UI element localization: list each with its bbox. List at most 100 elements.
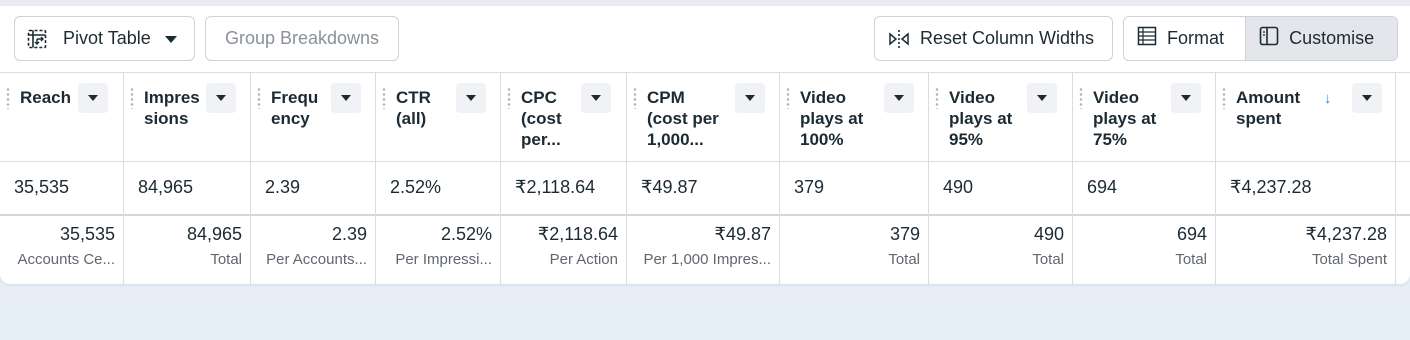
column-header: Reach — [0, 72, 123, 161]
column-header: Impres sions — [124, 72, 250, 161]
data-cell: 84,965 — [138, 177, 194, 197]
drag-handle-icon[interactable] — [257, 87, 261, 109]
column-menu-button[interactable] — [78, 83, 108, 113]
total-value: 84,965 — [186, 224, 242, 244]
column-menu-button[interactable] — [1171, 83, 1201, 113]
data-cell: 2.39 — [265, 177, 301, 197]
column-video-75: Video plays at 75% 694 694 Total — [1073, 72, 1216, 284]
format-table-icon — [1137, 26, 1157, 51]
column-header-label: Video plays at 75% — [1093, 88, 1157, 149]
total-value: ₹2,118.64 — [537, 224, 618, 244]
column-menu-button[interactable] — [1027, 83, 1057, 113]
drag-handle-icon[interactable] — [382, 87, 386, 109]
column-header: CTR (all) — [376, 72, 500, 161]
caret-down-icon — [164, 28, 178, 49]
drag-handle-icon[interactable] — [507, 87, 511, 109]
data-cell: 490 — [943, 177, 974, 197]
total-label: Per Action — [549, 251, 618, 268]
total-value: 2.52% — [440, 224, 492, 244]
total-label: Total — [1032, 251, 1064, 268]
total-label: Total — [888, 251, 920, 268]
pivot-table-icon — [26, 28, 48, 50]
report-table-panel: Pivot Table Group Breakdowns Reset Colum… — [0, 6, 1410, 284]
drag-handle-icon[interactable] — [633, 87, 637, 109]
drag-handle-icon[interactable] — [786, 87, 790, 109]
data-cell: ₹4,237.28 — [1230, 177, 1312, 197]
group-breakdowns-label: Group Breakdowns — [224, 28, 380, 48]
column-header-label: Frequ ency — [271, 88, 319, 128]
column-frequency: Frequ ency 2.39 2.39 Per Accounts... — [251, 72, 376, 284]
format-button[interactable]: Format — [1124, 17, 1247, 60]
total-label: Accounts Ce... — [17, 251, 115, 268]
column-reach: Reach 35,535 35,535 Accounts Ce... — [0, 72, 124, 284]
data-cell: 694 — [1087, 177, 1118, 197]
format-label: Format — [1167, 28, 1225, 48]
table-toolbar: Pivot Table Group Breakdowns Reset Colum… — [0, 6, 1410, 72]
column-header: CPM (cost per 1,000... — [627, 72, 779, 161]
column-menu-button[interactable] — [581, 83, 611, 113]
group-breakdowns-button[interactable]: Group Breakdowns — [205, 16, 399, 61]
customise-button[interactable]: Customise — [1246, 17, 1397, 60]
total-label: Per Impressi... — [395, 251, 492, 268]
column-ctr: CTR (all) 2.52% 2.52% Per Impressi... — [376, 72, 501, 284]
column-header-label: Video plays at 100% — [800, 88, 864, 149]
view-mode-toggle: Format Customise — [1123, 16, 1398, 61]
pivot-table-label: Pivot Table — [63, 28, 151, 48]
total-label: Total Spent — [1311, 251, 1387, 268]
column-header-label: Impres sions — [144, 88, 200, 128]
column-amount-spent: Amount spent ↓ ₹4,237.28 ₹4,237.28 Total… — [1216, 72, 1396, 284]
column-header-label: CTR (all) — [396, 88, 431, 128]
pivot-table-button[interactable]: Pivot Table — [14, 16, 195, 61]
column-header-label: Amount spent — [1236, 88, 1301, 128]
customise-panel-icon — [1259, 26, 1279, 51]
data-cell: 35,535 — [14, 177, 70, 197]
metrics-table: Reach 35,535 35,535 Accounts Ce... Impre… — [0, 72, 1410, 284]
data-cell: ₹49.87 — [641, 177, 698, 197]
total-value: 2.39 — [331, 224, 367, 244]
total-value: 379 — [889, 224, 920, 244]
column-menu-button[interactable] — [206, 83, 236, 113]
column-header-label: CPC (cost per... — [521, 88, 562, 149]
reset-column-widths-label: Reset Column Widths — [920, 28, 1095, 48]
total-value: 694 — [1176, 224, 1207, 244]
customise-label: Customise — [1289, 28, 1375, 48]
column-menu-button[interactable] — [1352, 83, 1382, 113]
drag-handle-icon[interactable] — [935, 87, 939, 109]
column-video-100: Video plays at 100% 379 379 Total — [780, 72, 929, 284]
drag-handle-icon[interactable] — [6, 87, 10, 109]
column-header-label: Reach — [20, 88, 72, 107]
column-width-icon — [888, 28, 910, 50]
total-label: Total — [1175, 251, 1207, 268]
column-header-label: Video plays at 95% — [949, 88, 1013, 149]
total-value: ₹49.87 — [714, 224, 772, 244]
column-header-label: CPM (cost per 1,000... — [647, 88, 719, 149]
column-video-95: Video plays at 95% 490 490 Total — [929, 72, 1073, 284]
total-value: ₹4,237.28 — [1305, 224, 1387, 244]
column-header: CPC (cost per... — [501, 72, 626, 161]
column-menu-button[interactable] — [884, 83, 914, 113]
column-menu-button[interactable] — [735, 83, 765, 113]
column-header: Video plays at 95% — [929, 72, 1072, 161]
total-label: Per Accounts... — [266, 251, 367, 268]
total-label: Total — [210, 251, 242, 268]
data-cell: 379 — [794, 177, 825, 197]
total-value: 35,535 — [59, 224, 115, 244]
reset-column-widths-button[interactable]: Reset Column Widths — [874, 16, 1113, 61]
column-header: Video plays at 100% — [780, 72, 928, 161]
data-cell: ₹2,118.64 — [515, 177, 596, 197]
drag-handle-icon[interactable] — [1079, 87, 1083, 109]
column-header: Video plays at 75% — [1073, 72, 1215, 161]
column-menu-button[interactable] — [456, 83, 486, 113]
column-cpm: CPM (cost per 1,000... ₹49.87 ₹49.87 Per… — [627, 72, 780, 284]
drag-handle-icon[interactable] — [1222, 87, 1226, 109]
data-cell: 2.52% — [390, 177, 442, 197]
column-header: Amount spent ↓ — [1216, 72, 1395, 161]
column-menu-button[interactable] — [331, 83, 361, 113]
drag-handle-icon[interactable] — [130, 87, 134, 109]
column-impressions: Impres sions 84,965 84,965 Total — [124, 72, 251, 284]
total-label: Per 1,000 Impres... — [643, 251, 771, 268]
sort-descending-icon[interactable]: ↓ — [1324, 90, 1332, 107]
column-header: Frequ ency — [251, 72, 375, 161]
column-cpc: CPC (cost per... ₹2,118.64 ₹2,118.64 Per… — [501, 72, 627, 284]
total-value: 490 — [1033, 224, 1064, 244]
